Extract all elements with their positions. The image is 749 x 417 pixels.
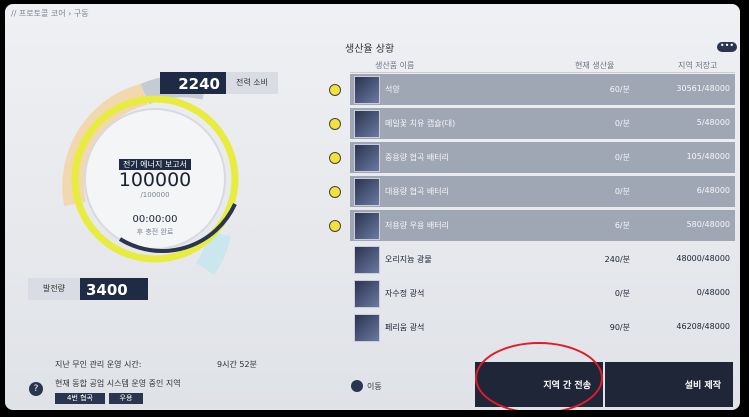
item-stock: 30561/48000	[676, 84, 730, 93]
item-name: 석양	[385, 85, 400, 94]
item-rate: 0/분	[614, 119, 630, 128]
region-tag-2[interactable]: 우용	[109, 393, 143, 404]
col-rate: 현재 생산율	[575, 61, 615, 70]
move-icon[interactable]	[351, 380, 363, 392]
red-annotation-circle	[475, 342, 603, 410]
more-options-button[interactable]: •••	[717, 42, 737, 52]
item-rate: 60/분	[609, 85, 630, 94]
production-row[interactable]: 대용량 협곡 배터리 0/분 6/48000	[350, 176, 735, 207]
item-stock: 0/48000	[696, 288, 730, 297]
star-icon[interactable]	[329, 84, 341, 96]
col-name: 생산품 이름	[375, 61, 415, 70]
factory-screen: // 프로토콜 코어 › 구동 2240 전력 소비 전기 에너지 보고서 10…	[5, 4, 740, 410]
item-name: 저용량 우용 배터리	[385, 221, 449, 230]
help-button[interactable]: ?	[29, 382, 43, 396]
star-icon[interactable]	[329, 118, 341, 130]
build-button[interactable]: 설비 제작	[605, 362, 733, 407]
last-run-value: 9시간 52분	[217, 360, 257, 369]
power-consumption-box: 2240	[160, 72, 226, 94]
item-stock: 105/48000	[686, 152, 730, 161]
item-thumbnail-icon	[354, 314, 380, 342]
move-label[interactable]: 이동	[367, 381, 382, 392]
production-row[interactable]: 중용량 협곡 배터리 0/분 105/48000	[350, 142, 735, 173]
energy-capacity: /100000	[140, 191, 170, 199]
item-stock: 5/48000	[696, 118, 730, 127]
star-icon[interactable]	[329, 186, 341, 198]
item-rate: 6/분	[614, 221, 630, 230]
power-consumption-value: 2240	[178, 75, 220, 93]
production-row[interactable]: 메일꽃 치유 캡슐(대) 0/분 5/48000	[350, 108, 735, 139]
item-name: 메일꽃 치유 캡슐(대)	[385, 119, 456, 128]
item-stock: 6/48000	[696, 186, 730, 195]
generation-box: 3400	[80, 278, 148, 300]
item-stock: 48000/48000	[676, 254, 730, 263]
power-consumption-label: 전력 소비	[226, 72, 278, 94]
item-thumbnail-icon	[354, 110, 380, 138]
generation-label: 발전량	[28, 278, 80, 300]
production-header: 생산품 이름 현재 생산율 지역 저장고	[350, 58, 735, 73]
timer-caption: 후 충전 완료	[136, 228, 174, 236]
star-icon[interactable]	[329, 220, 341, 232]
active-region-label: 현재 동합 공업 시스템 운영 중인 지역	[55, 379, 181, 388]
item-rate: 0/분	[614, 289, 630, 298]
production-row[interactable]: 페리움 광석 90/분 46208/48000	[350, 312, 735, 343]
production-row[interactable]: 석양 60/분 30561/48000	[350, 74, 735, 105]
item-rate: 0/분	[614, 153, 630, 162]
item-rate: 240/분	[604, 255, 630, 264]
production-row[interactable]: 오리지늄 광물 240/분 48000/48000	[350, 244, 735, 275]
item-thumbnail-icon	[354, 76, 380, 104]
last-run-label: 지난 무인 관리 운영 시간:	[55, 360, 142, 369]
charge-timer: 00:00:00	[132, 214, 178, 225]
generation-value: 3400	[86, 281, 128, 299]
production-row[interactable]: 자수정 광석 0/분 0/48000	[350, 278, 735, 309]
item-thumbnail-icon	[354, 280, 380, 308]
item-name: 오리지늄 광물	[385, 255, 432, 264]
region-tag-1[interactable]: 4번 협곡	[55, 393, 105, 404]
production-title: 생산율 상황	[345, 44, 395, 55]
item-name: 페리움 광석	[385, 323, 425, 332]
col-stock: 지역 저장고	[678, 61, 718, 70]
item-name: 자수정 광석	[385, 289, 425, 298]
build-button-label: 설비 제작	[684, 381, 721, 391]
production-row[interactable]: 저용량 우용 배터리 6/분 580/48000	[350, 210, 735, 241]
item-thumbnail-icon	[354, 178, 380, 206]
item-thumbnail-icon	[354, 212, 380, 240]
item-rate: 90/분	[609, 323, 630, 332]
item-rate: 0/분	[614, 187, 630, 196]
item-thumbnail-icon	[354, 144, 380, 172]
stored-energy: 100000	[118, 169, 192, 191]
item-stock: 46208/48000	[676, 322, 730, 331]
item-name: 중용량 협곡 배터리	[385, 153, 449, 162]
star-icon[interactable]	[329, 152, 341, 164]
item-stock: 580/48000	[686, 220, 730, 229]
item-name: 대용량 협곡 배터리	[385, 187, 449, 196]
item-thumbnail-icon	[354, 246, 380, 274]
